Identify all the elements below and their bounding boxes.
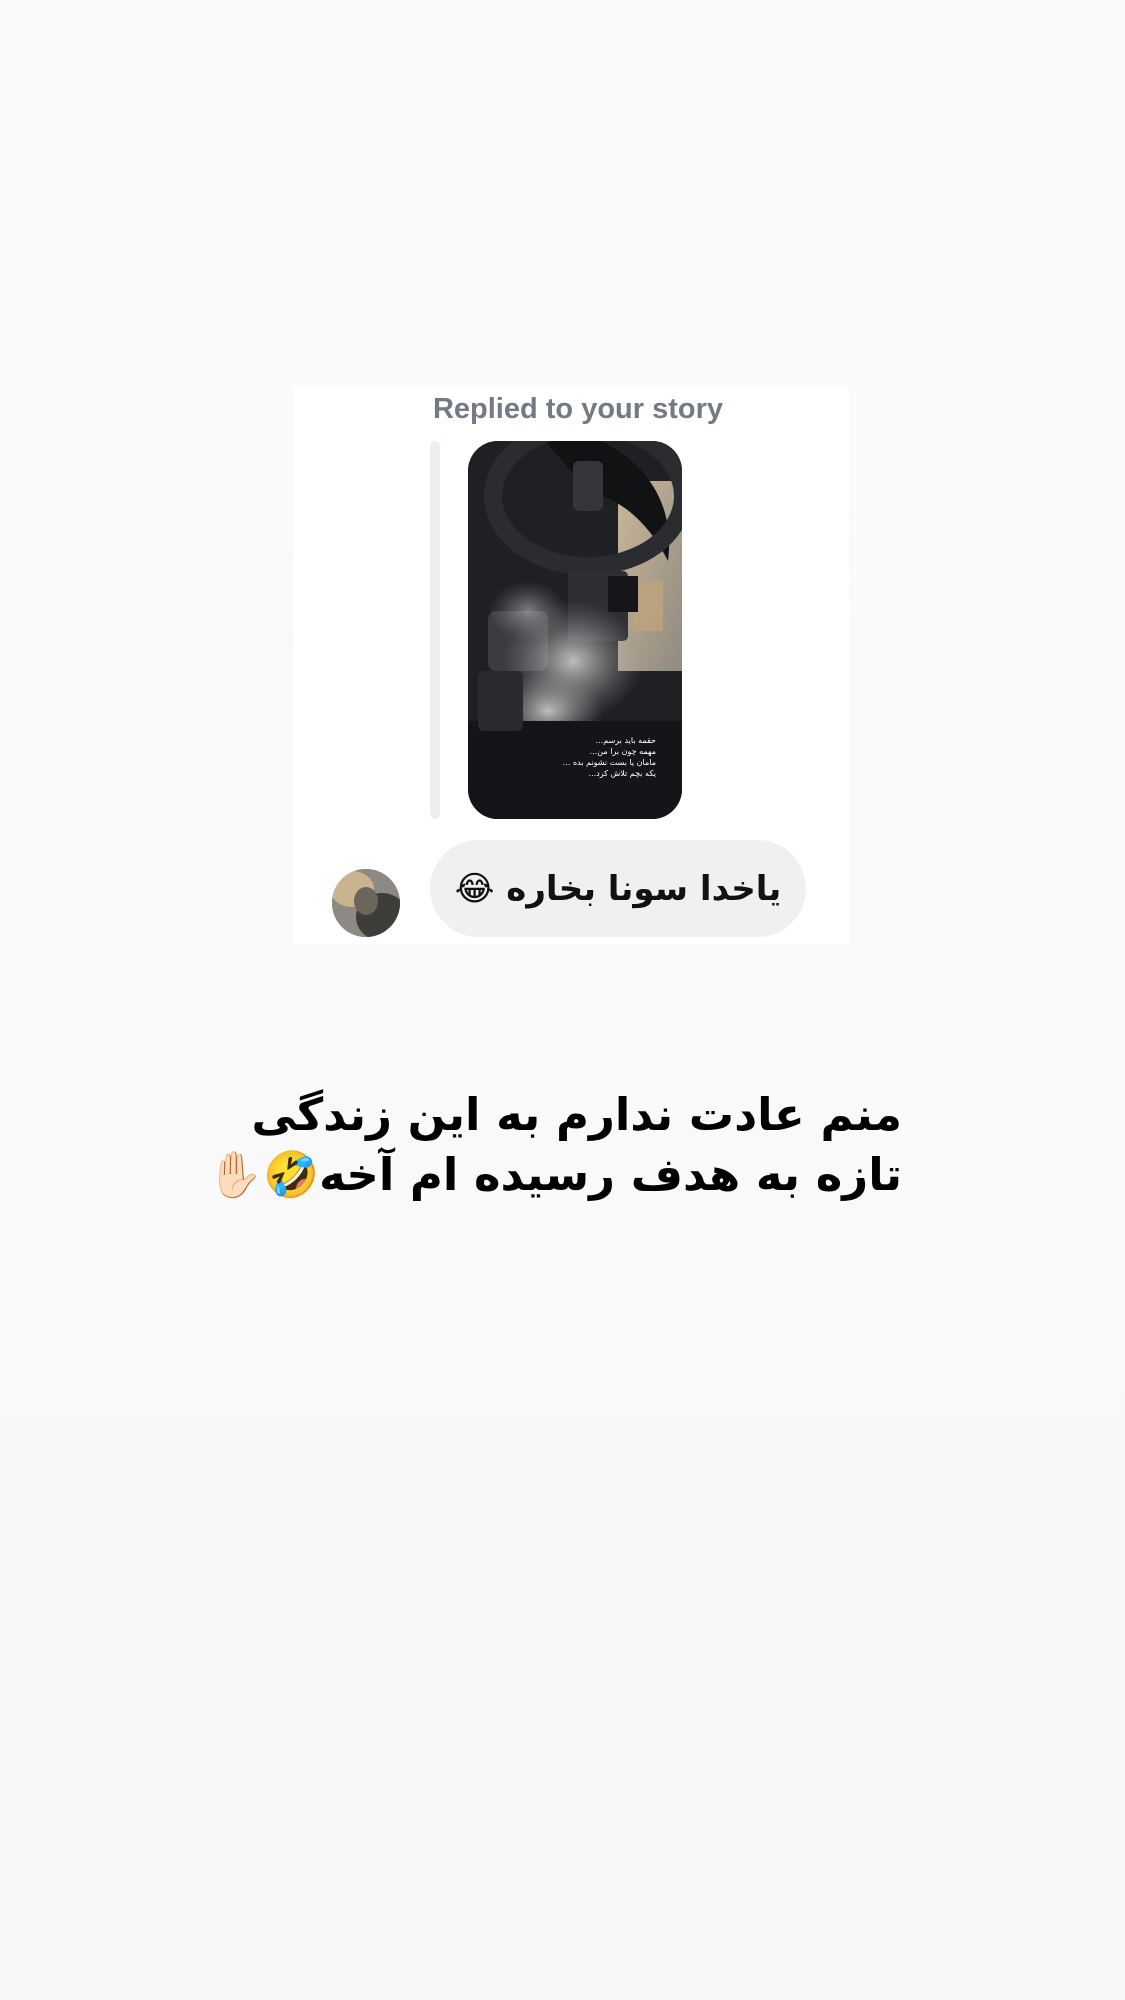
story-thumbnail[interactable]: حقمه باید برسم... مهمه چون برا من... مام… (468, 441, 682, 819)
avatar[interactable] (332, 869, 400, 937)
story-caption: حقمه باید برسم... مهمه چون برا من... مام… (496, 735, 656, 779)
replied-to-story-label: Replied to your story (432, 393, 724, 425)
user-avatar-image (332, 869, 400, 937)
story-caption-line: حقمه باید برسم... (595, 736, 656, 745)
overlay-line: تازه به هدف رسیده ام آخه🤣✋🏻 (207, 1148, 902, 1201)
story-caption-line: مامان یا بست نشونم بده ... (562, 758, 656, 767)
reply-message-bubble[interactable]: یاخدا سونا بخاره 😂 (430, 840, 806, 937)
reply-message-text: یاخدا سونا بخاره 😂 (454, 868, 782, 909)
overlay-line: منم عادت ندارم به این زندگی (251, 1088, 902, 1141)
story-reply-card: Replied to your story حقمه باید برسم... … (293, 387, 849, 944)
story-caption-line: مهمه چون برا من... (589, 747, 656, 756)
story-caption-line: یکه بچم تلاش کرد... (588, 769, 656, 778)
reply-quote-bar (430, 441, 440, 819)
story-overlay-text: منم عادت ندارم به این زندگی تازه به هدف … (207, 1085, 902, 1205)
